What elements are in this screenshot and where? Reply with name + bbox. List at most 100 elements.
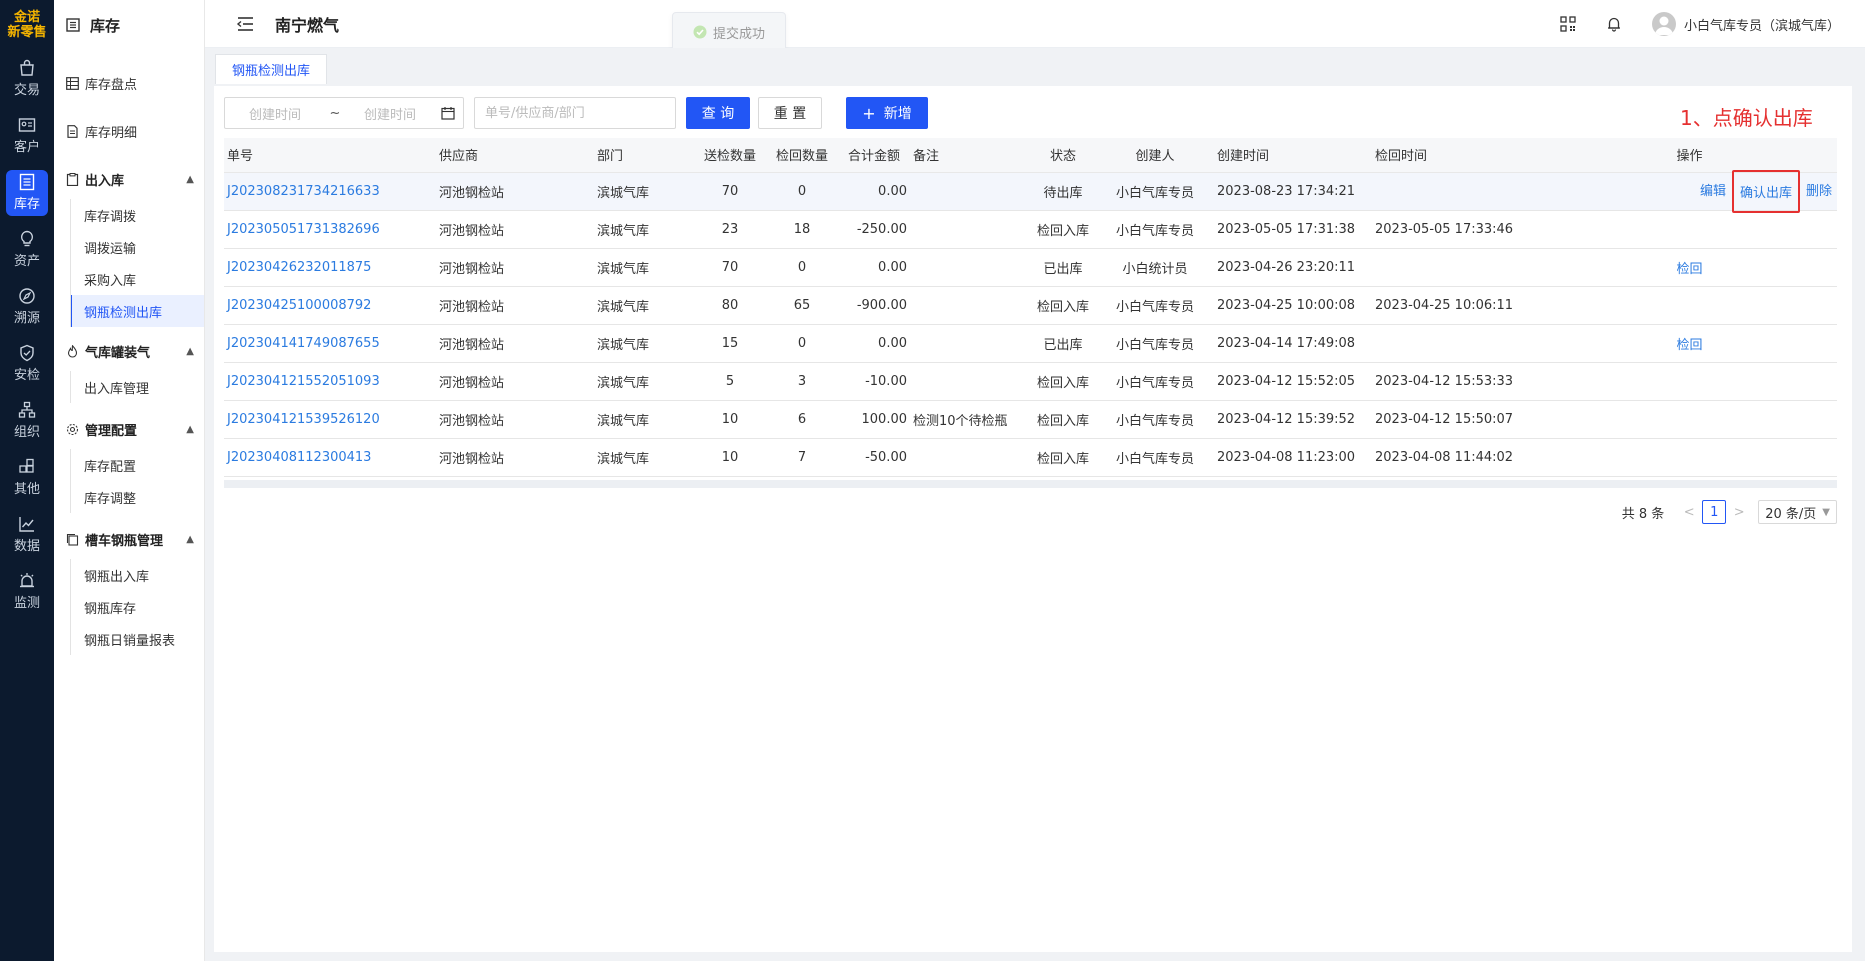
cell-actions: 检回 [1542,324,1837,363]
rail-item-label: 安检 [13,368,40,383]
sidebar-item-inventory-count[interactable]: 库存盘点 [54,59,204,107]
rail-item-safety-check[interactable]: 安检 [0,335,54,392]
user-name[interactable]: 小白气库专员（滨城气库） [1684,15,1840,34]
sidebar-item-cylinder-daily-sales[interactable]: 钢瓶日销量报表 [70,623,204,655]
cell-total-amount: -10.00 [838,362,910,401]
page-size-select[interactable]: 20 条/页 ▼ [1758,500,1837,524]
logo-line1: 金诺 [13,9,40,25]
inspect-return-link[interactable]: 检回 [1676,334,1702,353]
qrcode-icon[interactable] [1560,16,1576,32]
cell-created-time: 2023-04-26 23:20:11 [1214,248,1372,287]
date-range-picker[interactable]: 创建时间 ~ 创建时间 [224,97,464,129]
rail-item-label: 交易 [13,83,40,98]
sidebar-item-cylinder-stock[interactable]: 钢瓶库存 [70,591,204,623]
column-header-actions: 操作 [1542,138,1837,173]
order-no-link[interactable]: J202305051731382696 [227,222,380,237]
sidebar-item-cylinder-inspection-out[interactable]: 钢瓶检测出库 [70,295,204,327]
rail-item-customer[interactable]: 客户 [0,107,54,164]
cell-order-no: J202308231734216633 [224,172,436,211]
tab-cylinder-inspection-out[interactable]: 钢瓶检测出库 [215,54,328,84]
order-no-link[interactable]: J20230425100008792 [227,298,371,313]
date-end[interactable]: 创建时间 [345,104,435,123]
cell-actions [1542,438,1837,477]
confirm-out-link[interactable]: 确认出库 [1731,169,1800,213]
column-header-returned-time: 检回时间 [1372,138,1542,173]
cell-created-time: 2023-04-14 17:49:08 [1214,324,1372,363]
cell-sent-count: 70 [694,172,766,211]
rail-item-monitor[interactable]: 监测 [0,563,54,620]
gear-icon [66,423,79,435]
search-input[interactable] [474,97,676,129]
sidebar-item-transfer[interactable]: 库存调拨 [70,199,204,231]
grid-icon [66,76,79,90]
query-button[interactable]: 查 询 [686,97,750,129]
prev-page-button[interactable]: < [1678,505,1700,520]
sidebar-item-cylinder-in-out[interactable]: 钢瓶出入库 [70,559,204,591]
cell-status: 已出库 [1030,324,1096,363]
next-page-button[interactable]: > [1728,505,1750,520]
cell-order-no: J20230425100008792 [224,286,436,325]
page-size-value: 20 条/页 [1765,506,1817,522]
sidebar-sublist-config: 库存配置 库存调整 [70,449,204,513]
org-tree-icon [18,401,36,418]
inspect-return-link[interactable]: 检回 [1676,258,1702,277]
rail-item-data[interactable]: 数据 [0,506,54,563]
order-no-link[interactable]: J202304121539526120 [227,412,380,427]
cell-returned-time [1372,248,1542,287]
list-doc-icon [19,173,35,191]
sidebar-item-in-out-management[interactable]: 出入库管理 [70,371,204,403]
add-button[interactable]: + 新增 [846,97,928,129]
cell-actions: 编辑 确认出库 删除 [1542,169,1837,213]
cell-note [910,286,1030,325]
cell-department: 滨城气库 [594,172,694,211]
cell-sent-count: 70 [694,248,766,287]
order-no-link[interactable]: J202304141749087655 [227,336,380,351]
file-icon [67,124,78,138]
sidebar-item-inventory-detail[interactable]: 库存明细 [54,107,204,155]
order-no-link[interactable]: J20230426232011875 [227,260,371,275]
rail-item-organization[interactable]: 组织 [0,392,54,449]
cell-status: 待出库 [1030,172,1096,211]
cell-note: 检测10个待检瓶 [910,400,1030,439]
table-row: J20230425100008792 河池钢检站 滨城气库 80 65 -900.00 检回… [224,286,1837,325]
date-start[interactable]: 创建时间 [225,104,325,123]
reset-button[interactable]: 重 置 [758,97,822,129]
page-number-1[interactable]: 1 [1702,500,1727,524]
sidebar-item-inventory-adjust[interactable]: 库存调整 [70,481,204,513]
brand-logo: 金诺 新零售 [0,0,54,50]
sidebar-group-config[interactable]: 管理配置 ▲ [54,409,204,449]
cell-returned-time: 2023-04-12 15:53:33 [1372,362,1542,401]
order-no-link[interactable]: J20230408112300413 [227,450,371,465]
rail-item-other[interactable]: 其他 [0,449,54,506]
edit-link[interactable]: 编辑 [1700,180,1726,203]
cell-returned-count: 18 [766,210,838,249]
sidebar-title: 库存 [90,16,121,35]
sidebar-item-inventory-config[interactable]: 库存配置 [70,449,204,481]
page-scrollbar[interactable] [1852,48,1865,961]
order-no-link[interactable]: J202304121552051093 [227,374,380,389]
sidebar-group-in-out[interactable]: 出入库 ▲ [54,159,204,199]
sidebar-group-tanker-cylinder[interactable]: 槽车钢瓶管理 ▲ [54,519,204,559]
rail-item-label: 客户 [13,140,40,155]
rail-item-traceability[interactable]: 溯源 [0,278,54,335]
sidebar-group-tank-gas[interactable]: 气库罐装气 ▲ [54,331,204,371]
rail-item-inventory[interactable]: 库存 [0,164,54,221]
cell-supplier: 河池钢检站 [436,172,594,211]
order-no-link[interactable]: J202308231734216633 [227,184,380,199]
calendar-icon[interactable] [441,106,455,120]
cell-actions [1542,362,1837,401]
sidebar-item-purchase-in[interactable]: 采购入库 [70,263,204,295]
rail-item-assets[interactable]: 资产 [0,221,54,278]
delete-link[interactable]: 删除 [1806,180,1832,203]
horizontal-scrollbar[interactable] [224,480,1837,488]
bell-icon[interactable] [1606,16,1622,32]
cell-department: 滨城气库 [594,286,694,325]
menu-fold-icon[interactable] [235,14,255,34]
sidebar-item-transfer-transport[interactable]: 调拨运输 [70,231,204,263]
table-row: J20230426232011875 河池钢检站 滨城气库 70 0 0.00 已出库 小白统… [224,248,1837,287]
rail-item-trade[interactable]: 交易 [0,50,54,107]
cell-created-time: 2023-08-23 17:34:21 [1214,172,1372,211]
cell-supplier: 河池钢检站 [436,438,594,477]
avatar[interactable] [1651,12,1676,36]
cell-returned-count: 0 [766,248,838,287]
